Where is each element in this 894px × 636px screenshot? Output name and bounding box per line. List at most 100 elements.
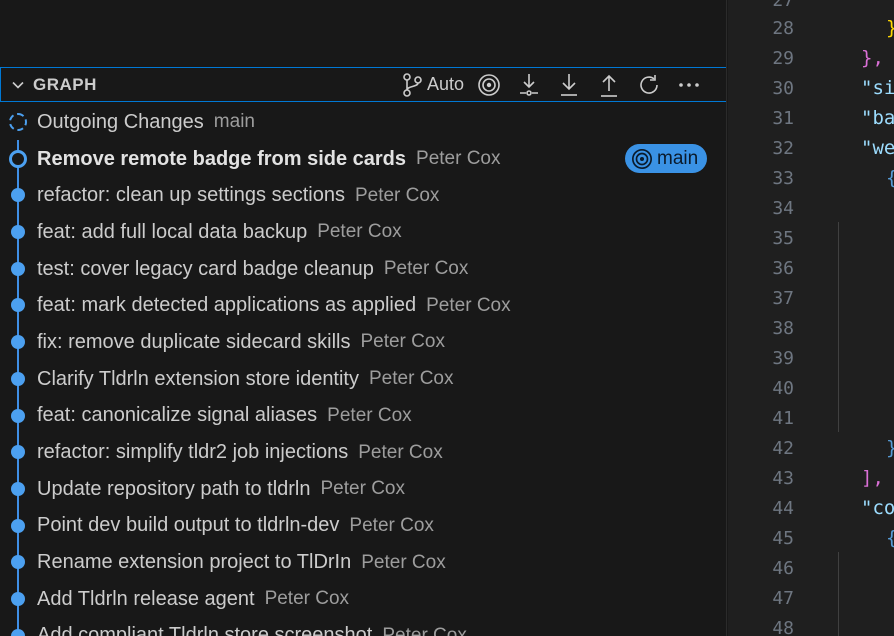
commit-node-icon bbox=[11, 591, 25, 606]
line-number: 40 bbox=[772, 378, 794, 399]
commit-row[interactable]: fix: remove duplicate sidecard skills Pe… bbox=[0, 324, 726, 361]
branch-picker-button[interactable]: Auto bbox=[401, 70, 464, 100]
line-number: 38 bbox=[772, 318, 794, 339]
line-number: 36 bbox=[772, 258, 794, 279]
line-number: 32 bbox=[772, 138, 794, 159]
commit-row[interactable]: refactor: simplify tldr2 job injections … bbox=[0, 434, 726, 471]
branch-picker-label: Auto bbox=[426, 74, 464, 94]
commit-node-icon bbox=[11, 188, 25, 203]
commit-node-icon bbox=[11, 555, 25, 570]
line-number: 45 bbox=[772, 528, 794, 549]
target-icon bbox=[477, 73, 501, 97]
refresh-button[interactable] bbox=[634, 70, 664, 100]
line-number: 42 bbox=[772, 438, 794, 459]
commit-author: Peter Cox bbox=[416, 148, 501, 170]
target-button[interactable] bbox=[474, 70, 504, 100]
commit-author: Peter Cox bbox=[349, 514, 434, 536]
code-line: } bbox=[886, 437, 894, 459]
commit-author: Peter Cox bbox=[264, 588, 350, 610]
head-commit-row[interactable]: Remove remote badge from side cards Pete… bbox=[0, 141, 726, 178]
line-number: 29 bbox=[772, 48, 794, 69]
commit-row[interactable]: feat: canonicalize signal aliases Peter … bbox=[0, 398, 726, 435]
line-number: 41 bbox=[772, 408, 794, 429]
indent-guide bbox=[838, 552, 839, 636]
commit-message: Clarify Tldrln extension store identity bbox=[37, 367, 359, 390]
commit-author: Peter Cox bbox=[383, 258, 469, 280]
commit-row[interactable]: Update repository path to tldrln Peter C… bbox=[0, 471, 726, 508]
line-number: 44 bbox=[772, 498, 794, 519]
line-number: 46 bbox=[772, 558, 794, 579]
target-icon bbox=[631, 148, 653, 170]
refresh-icon bbox=[637, 73, 661, 97]
chevron-down-icon[interactable] bbox=[7, 74, 29, 96]
indent-guide bbox=[838, 222, 839, 432]
commit-row[interactable]: test: cover legacy card badge cleanup Pe… bbox=[0, 251, 726, 288]
commit-message: Add compliant Tldrln store screenshot bbox=[37, 624, 373, 636]
commit-row[interactable]: refactor: clean up settings sections Pet… bbox=[0, 177, 726, 214]
line-number: 37 bbox=[772, 288, 794, 309]
commit-message: refactor: clean up settings sections bbox=[37, 184, 345, 207]
commit-node-icon bbox=[11, 335, 25, 350]
commit-message: Outgoing Changes bbox=[37, 110, 204, 133]
commit-message: Point dev build output to tldrln-dev bbox=[37, 514, 340, 537]
panel-empty-area bbox=[0, 0, 726, 67]
commit-author: Peter Cox bbox=[369, 368, 454, 390]
source-control-branch-icon bbox=[401, 72, 423, 98]
branch-badge-label: main bbox=[657, 147, 699, 169]
line-number: 31 bbox=[772, 108, 794, 129]
commit-message: Add Tldrln release agent bbox=[37, 587, 255, 610]
outgoing-node-icon bbox=[9, 113, 27, 131]
graph-section-header[interactable]: GRAPH Auto bbox=[0, 67, 726, 102]
code-line: { bbox=[886, 527, 894, 549]
line-number: 35 bbox=[772, 228, 794, 249]
line-number: 30 bbox=[772, 78, 794, 99]
commit-message: refactor: simplify tldr2 job injections bbox=[37, 441, 349, 464]
code-line: { bbox=[886, 167, 894, 189]
commit-author: main bbox=[213, 111, 255, 133]
commit-author: Peter Cox bbox=[354, 184, 440, 206]
commit-row[interactable]: Add Tldrln release agent Peter Cox bbox=[0, 581, 726, 618]
commit-row[interactable]: Add compliant Tldrln store screenshot Pe… bbox=[0, 618, 726, 636]
code-editor[interactable]: 27 28 29 30 31 32 33 34 35 36 37 38 39 4… bbox=[728, 0, 894, 636]
commit-message: Rename extension project to TlDrIn bbox=[37, 551, 352, 574]
line-number: 28 bbox=[772, 18, 794, 39]
pull-button[interactable] bbox=[554, 70, 584, 100]
commit-node-icon bbox=[11, 298, 25, 313]
branch-badge-main[interactable]: main bbox=[625, 144, 708, 173]
more-actions-button[interactable] bbox=[674, 70, 704, 100]
commit-node-icon bbox=[11, 445, 25, 460]
code-line: "co bbox=[861, 497, 894, 519]
commit-row[interactable]: Clarify Tldrln extension store identity … bbox=[0, 361, 726, 398]
commit-node-icon bbox=[11, 518, 25, 533]
commit-message: fix: remove duplicate sidecard skills bbox=[37, 330, 351, 353]
commit-author: Peter Cox bbox=[358, 441, 443, 463]
commit-author: Peter Cox bbox=[382, 624, 467, 636]
commit-row[interactable]: Rename extension project to TlDrIn Peter… bbox=[0, 544, 726, 581]
commit-row[interactable]: feat: add full local data backup Peter C… bbox=[0, 214, 726, 251]
commit-row[interactable]: Point dev build output to tldrln-dev Pet… bbox=[0, 508, 726, 545]
code-line: "si bbox=[861, 77, 894, 99]
commit-list: Outgoing Changes main Remove remote badg… bbox=[0, 104, 726, 636]
commit-message: Update repository path to tldrln bbox=[37, 477, 311, 500]
more-icon bbox=[678, 82, 700, 88]
commit-author: Peter Cox bbox=[361, 551, 446, 573]
line-number: 39 bbox=[772, 348, 794, 369]
commit-author: Peter Cox bbox=[317, 221, 402, 243]
line-number: 47 bbox=[772, 588, 794, 609]
commit-row[interactable]: feat: mark detected applications as appl… bbox=[0, 287, 726, 324]
outgoing-changes-row[interactable]: Outgoing Changes main bbox=[0, 104, 726, 141]
commit-message: feat: add full local data backup bbox=[37, 220, 308, 243]
fetch-button[interactable] bbox=[514, 70, 544, 100]
commit-node-icon bbox=[11, 261, 25, 276]
push-button[interactable] bbox=[594, 70, 624, 100]
commit-message: Remove remote badge from side cards bbox=[37, 147, 407, 170]
commit-node-icon bbox=[11, 371, 25, 386]
commit-node-icon bbox=[11, 225, 25, 240]
commit-message: test: cover legacy card badge cleanup bbox=[37, 257, 374, 280]
line-number: 48 bbox=[772, 618, 794, 636]
commit-author: Peter Cox bbox=[327, 404, 412, 426]
commit-node-icon bbox=[11, 408, 25, 423]
head-node-icon bbox=[9, 149, 27, 168]
code-line: ], bbox=[861, 467, 884, 489]
code-line: "ba bbox=[861, 107, 894, 129]
